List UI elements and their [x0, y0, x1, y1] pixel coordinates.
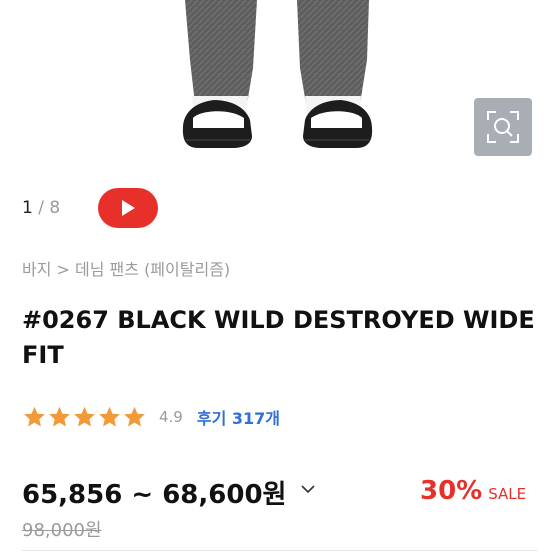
discount-badge: 30% SALE — [420, 476, 526, 506]
chevron-down-icon[interactable] — [300, 481, 316, 497]
rating-row: 4.9 후기 317개 — [22, 405, 280, 429]
video-play-button[interactable] — [98, 188, 158, 228]
image-pager: 1 / 8 — [22, 198, 60, 218]
review-count-link[interactable]: 후기 317개 — [197, 405, 280, 429]
divider — [22, 550, 537, 551]
breadcrumb[interactable]: 바지 > 데님 팬츠 (페이탈리즘) — [22, 256, 230, 280]
current-page: 1 — [22, 198, 33, 218]
sale-label: SALE — [488, 485, 527, 503]
total-pages: 8 — [49, 198, 61, 218]
rating-score: 4.9 — [159, 408, 183, 426]
product-image[interactable] — [0, 0, 554, 168]
page-separator: / — [38, 198, 44, 218]
star-icon — [24, 406, 45, 427]
price-range: 65,856 ~ 68,600원 — [22, 480, 287, 510]
product-title: #0267 BLACK WILD DESTROYED WIDE FIT — [22, 306, 535, 369]
star-icon — [74, 406, 95, 427]
zoom-search-icon — [487, 111, 519, 143]
discount-percent: 30% — [420, 476, 483, 506]
jeans-photo — [182, 0, 373, 148]
star-icon — [124, 406, 145, 427]
original-price: 98,000원 — [22, 520, 102, 541]
star-icon — [49, 406, 70, 427]
play-icon — [122, 200, 135, 216]
star-icon — [99, 406, 120, 427]
star-rating — [22, 405, 147, 429]
zoom-button[interactable] — [474, 98, 532, 156]
